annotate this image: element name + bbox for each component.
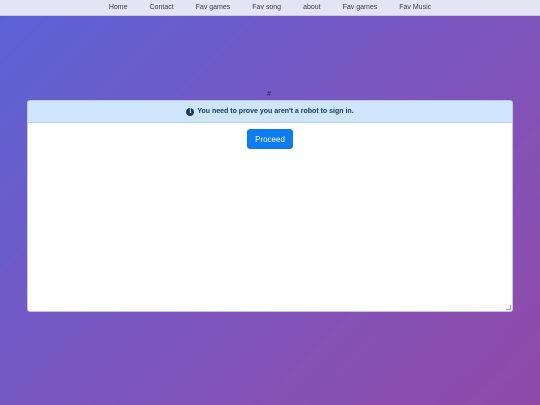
nav-link-contact[interactable]: Contact [150, 4, 174, 11]
nav-link-about[interactable]: about [303, 4, 321, 11]
info-icon: i [186, 107, 195, 116]
hash-mark: # [267, 91, 271, 98]
top-navbar: Home Contact Fav games Fav song about Fa… [0, 0, 540, 16]
nav-link-fav-games-2[interactable]: Fav games [343, 4, 378, 11]
nav-link-fav-music[interactable]: Fav Music [399, 4, 431, 11]
nav-link-fav-games[interactable]: Fav games [196, 4, 231, 11]
captcha-panel: i You need to prove you aren't a robot t… [27, 100, 513, 312]
nav-link-fav-song[interactable]: Fav song [252, 4, 281, 11]
proceed-button[interactable]: Proceed [247, 129, 293, 149]
info-alert: i You need to prove you aren't a robot t… [28, 101, 512, 123]
resize-grip-icon[interactable] [506, 305, 511, 310]
nav-link-home[interactable]: Home [109, 4, 128, 11]
alert-message: You need to prove you aren't a robot to … [197, 108, 354, 115]
